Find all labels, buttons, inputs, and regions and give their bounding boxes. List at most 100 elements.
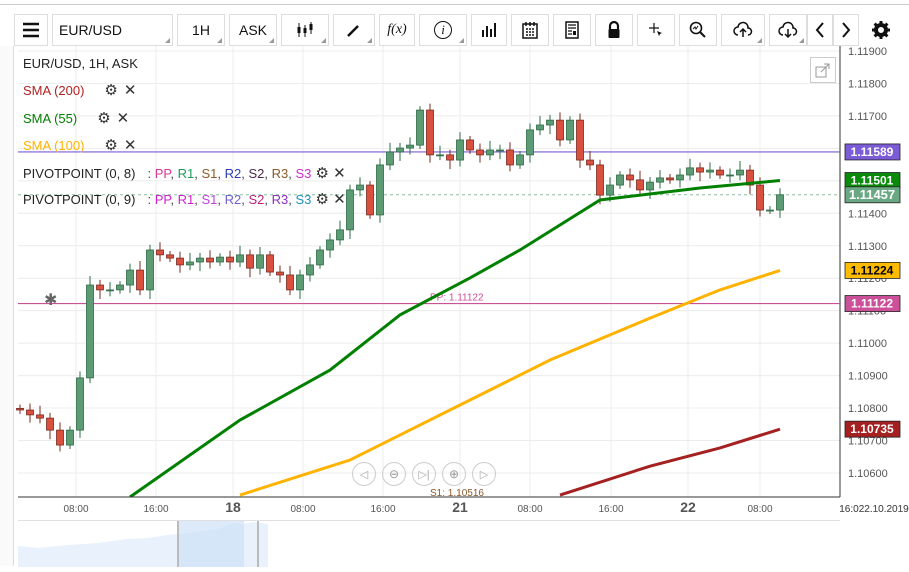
- report-icon: [565, 21, 579, 39]
- legend-title: EUR/USD, 1H, ASK: [23, 56, 138, 71]
- candle: [126, 269, 134, 286]
- gear-icon[interactable]: ⚙: [97, 109, 110, 127]
- x-tick-label: 18: [225, 499, 241, 515]
- crosshair-button[interactable]: [637, 14, 675, 46]
- top-divider: [0, 4, 909, 5]
- settings-button[interactable]: [863, 14, 899, 46]
- download-button[interactable]: [769, 14, 807, 46]
- x-tick-label: 08:00: [63, 504, 88, 515]
- popout-icon: [815, 63, 830, 78]
- legend-sma-100: SMA (100) ⚙ ✕: [23, 136, 136, 154]
- info-button[interactable]: i: [419, 14, 467, 46]
- zoom-in-button[interactable]: ⊕: [442, 462, 466, 486]
- chart-type-button[interactable]: [281, 14, 329, 46]
- navigator-chart: [18, 521, 268, 567]
- price-tag-label: 1.11457: [849, 187, 895, 202]
- previous-button[interactable]: [807, 14, 833, 46]
- close-icon[interactable]: ✕: [333, 191, 346, 208]
- price-tag-label: 1.11589: [851, 145, 894, 159]
- gear-icon[interactable]: ⚙: [104, 136, 117, 154]
- close-icon[interactable]: ✕: [117, 109, 130, 127]
- candle: [276, 271, 284, 276]
- menu-icon: [23, 22, 39, 38]
- popout-button[interactable]: [810, 57, 836, 83]
- scroll-left-button[interactable]: ◁: [352, 462, 376, 486]
- candle: [676, 174, 684, 181]
- toolbar: EUR/USD 1H ASK f(x) i: [14, 14, 899, 46]
- close-icon[interactable]: ✕: [124, 136, 137, 154]
- candle: [416, 109, 424, 146]
- menu-button[interactable]: [14, 14, 48, 46]
- sma-55-label: SMA (55): [23, 110, 78, 126]
- function-icon: f(x): [387, 22, 407, 37]
- upload-icon: [733, 21, 753, 37]
- zoom-out-button[interactable]: ⊖: [382, 462, 406, 486]
- scroll-right-button[interactable]: ▷: [472, 462, 496, 486]
- candle: [326, 239, 334, 251]
- zoom-chart-icon: [689, 21, 706, 38]
- chevron-left-icon: [815, 22, 824, 38]
- y-tick-label: 1.10900: [848, 371, 888, 383]
- upload-button[interactable]: [721, 14, 765, 46]
- bar-chart-icon: [482, 23, 496, 37]
- candle: [346, 189, 354, 231]
- report-button[interactable]: [553, 14, 591, 46]
- candle: [716, 169, 724, 176]
- candle: [236, 254, 244, 263]
- pivot-item: R1: [177, 192, 195, 207]
- gear-icon[interactable]: ⚙: [104, 81, 117, 99]
- zoom-chart-button[interactable]: [679, 14, 717, 46]
- pivot-item: R1: [177, 166, 195, 181]
- candle: [766, 209, 774, 212]
- candle: [136, 269, 144, 291]
- candle: [26, 409, 34, 416]
- candle: [486, 149, 494, 156]
- candle: [606, 184, 614, 196]
- download-icon: [778, 21, 798, 39]
- candle: [286, 274, 294, 291]
- price-chart[interactable]: 1.119001.118001.117001.116001.115001.114…: [0, 46, 909, 520]
- price-type-select[interactable]: ASK: [229, 14, 277, 46]
- indicators-button[interactable]: f(x): [379, 14, 415, 46]
- navigator-selection[interactable]: [178, 521, 244, 567]
- candle: [566, 119, 574, 141]
- close-icon[interactable]: ✕: [333, 165, 346, 182]
- candle: [456, 139, 464, 161]
- candle: [16, 407, 24, 411]
- lock-icon: [608, 20, 620, 38]
- scroll-end-button[interactable]: ▷|: [412, 462, 436, 486]
- candle: [146, 249, 154, 291]
- next-button[interactable]: [833, 14, 859, 46]
- candle: [386, 151, 394, 166]
- calendar-button[interactable]: [511, 14, 549, 46]
- skip-end-icon: ▷|: [418, 468, 430, 481]
- y-tick-label: 1.11800: [848, 78, 887, 90]
- volume-button[interactable]: [471, 14, 507, 46]
- lock-button[interactable]: [595, 14, 633, 46]
- candle: [446, 154, 454, 161]
- draw-button[interactable]: [333, 14, 375, 46]
- pivot-item: S3: [295, 166, 312, 181]
- gear-icon[interactable]: ⚙: [311, 191, 333, 208]
- candle: [186, 261, 194, 266]
- pivot-item: S2: [248, 166, 265, 181]
- price-tag-label: 1.11224: [851, 263, 894, 277]
- gear-icon[interactable]: ⚙: [311, 165, 333, 182]
- candle: [306, 264, 314, 276]
- candle: [106, 289, 114, 292]
- navigator[interactable]: [18, 520, 840, 567]
- candle: [686, 167, 694, 176]
- legend-sma-55: SMA (55) ⚙ ✕: [23, 109, 129, 127]
- candle: [206, 257, 214, 263]
- pivot-item: R2: [224, 166, 242, 181]
- close-icon[interactable]: ✕: [124, 81, 137, 99]
- y-tick-label: 1.10800: [848, 403, 888, 415]
- candle: [426, 109, 434, 156]
- symbol-select[interactable]: EUR/USD: [52, 14, 173, 46]
- candle: [76, 377, 84, 431]
- pivot-8-label: PIVOTPOINT (0, 8): [23, 165, 136, 181]
- y-tick-label: 1.10600: [848, 468, 888, 480]
- zoom-in-icon: ⊕: [448, 467, 460, 481]
- crosshair-icon: [649, 23, 662, 36]
- timeframe-select[interactable]: 1H: [177, 14, 225, 46]
